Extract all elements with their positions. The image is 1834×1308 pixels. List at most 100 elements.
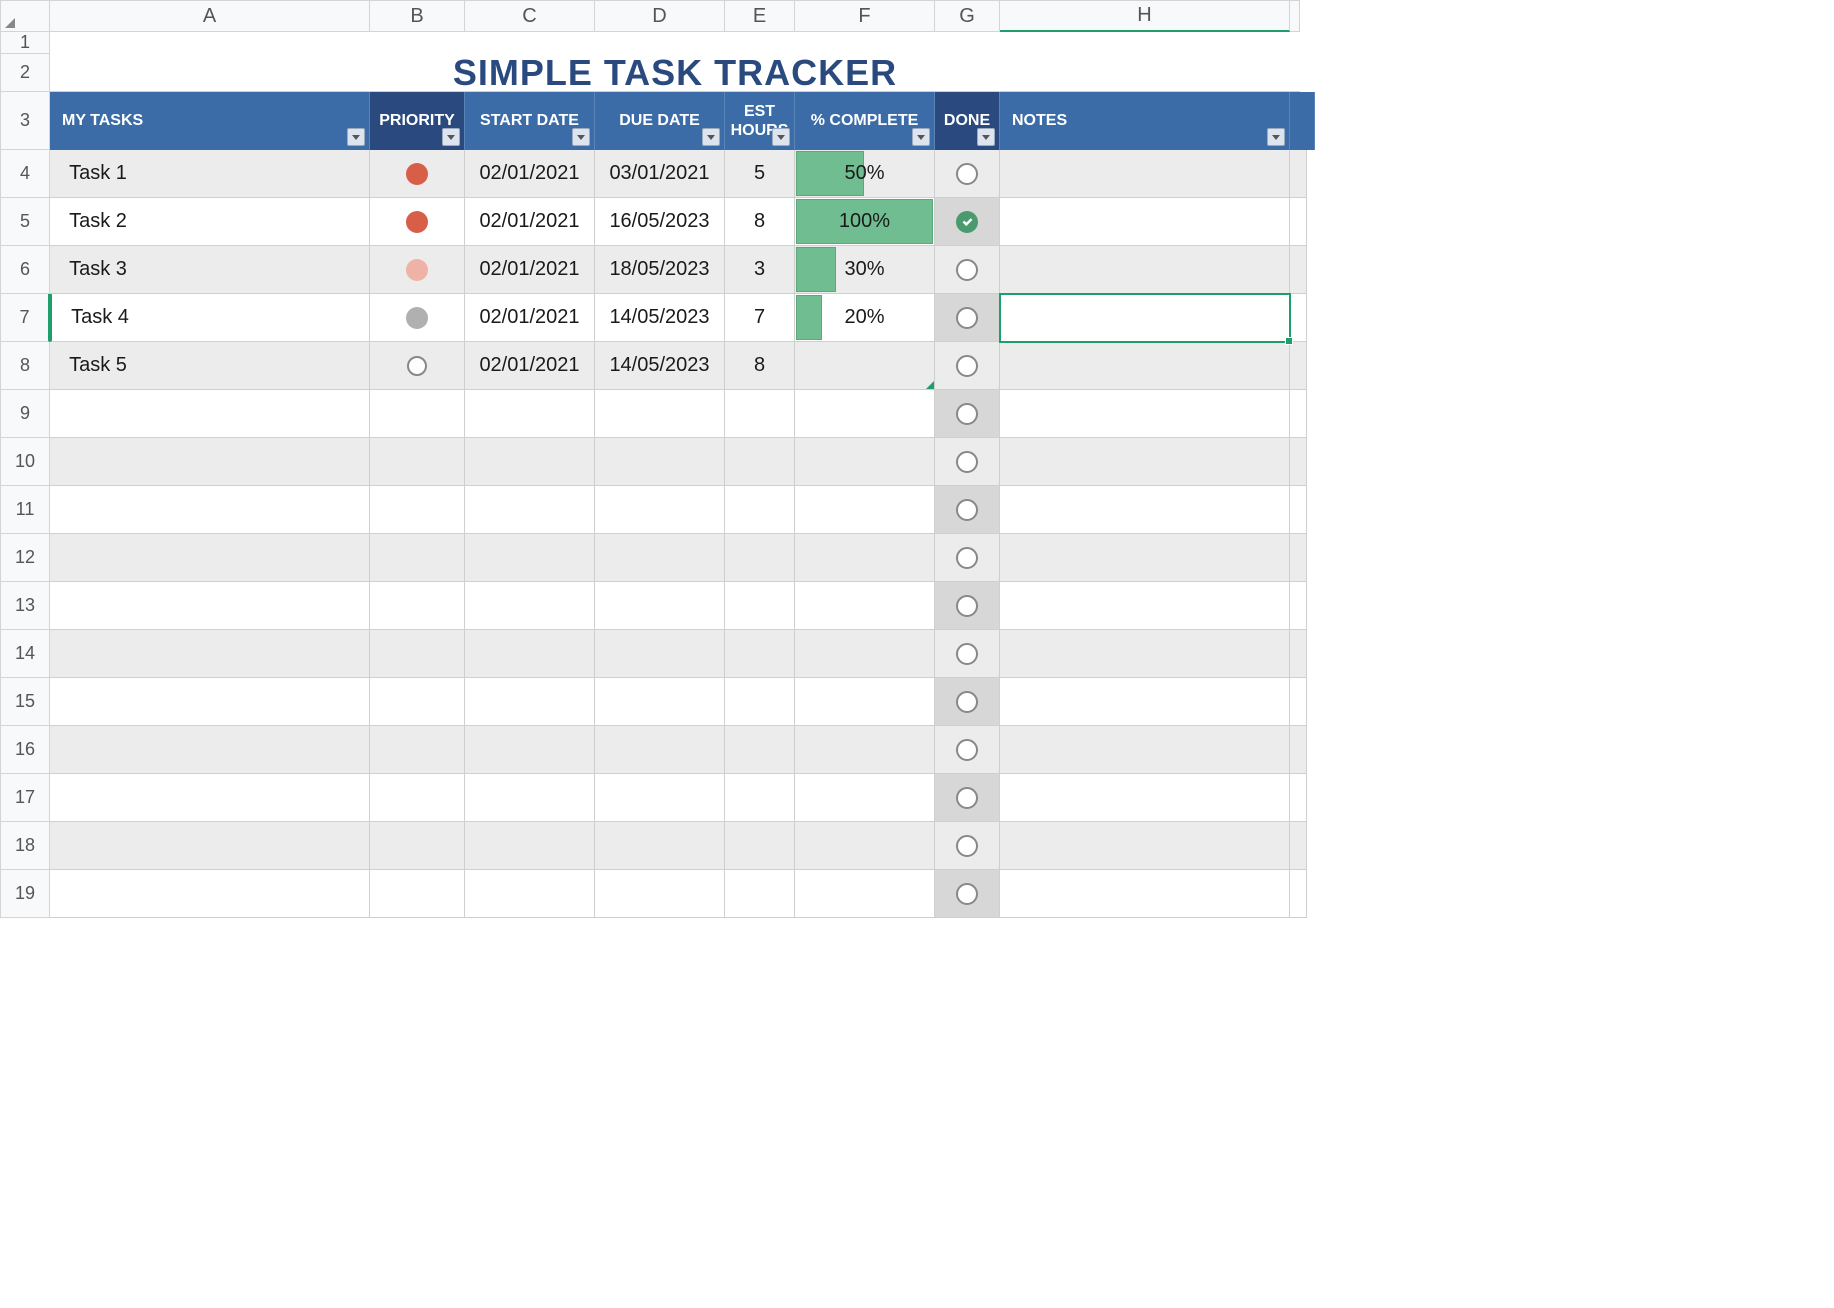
empty-cell[interactable] <box>465 774 595 822</box>
empty-cell[interactable] <box>1000 390 1290 438</box>
empty-cell[interactable] <box>50 438 370 486</box>
start-date-cell[interactable]: 02/01/2021 <box>465 342 595 390</box>
priority-cell[interactable] <box>370 246 465 294</box>
empty-cell[interactable] <box>1000 438 1290 486</box>
empty-cell[interactable] <box>50 678 370 726</box>
empty-cell[interactable] <box>795 582 935 630</box>
empty-cell[interactable] <box>370 678 465 726</box>
empty-cell[interactable] <box>725 486 795 534</box>
empty-cell[interactable] <box>725 630 795 678</box>
header-due[interactable]: DUE DATE <box>595 92 725 150</box>
empty-cell[interactable] <box>795 726 935 774</box>
empty-cell[interactable] <box>595 630 725 678</box>
col-header-B[interactable]: B <box>370 0 465 32</box>
empty-cell[interactable] <box>795 438 935 486</box>
notes-cell[interactable] <box>1000 294 1290 342</box>
done-cell[interactable] <box>935 534 1000 582</box>
empty-cell[interactable] <box>50 486 370 534</box>
empty-cell[interactable] <box>795 534 935 582</box>
empty-cell[interactable] <box>595 726 725 774</box>
row-header-15[interactable]: 15 <box>0 678 50 726</box>
empty-cell[interactable] <box>725 534 795 582</box>
due-date-cell[interactable]: 18/05/2023 <box>595 246 725 294</box>
filter-dropdown-icon[interactable] <box>1267 128 1285 146</box>
notes-cell[interactable] <box>1000 198 1290 246</box>
empty-cell[interactable] <box>1000 630 1290 678</box>
col-header-E[interactable]: E <box>725 0 795 32</box>
empty-cell[interactable] <box>465 630 595 678</box>
row-header-7[interactable]: 7 <box>0 294 50 342</box>
col-header-D[interactable]: D <box>595 0 725 32</box>
empty-cell[interactable] <box>50 870 370 918</box>
done-cell[interactable] <box>935 774 1000 822</box>
done-cell[interactable] <box>935 486 1000 534</box>
due-date-cell[interactable]: 14/05/2023 <box>595 342 725 390</box>
empty-cell[interactable] <box>370 390 465 438</box>
col-header-F[interactable]: F <box>795 0 935 32</box>
pct-complete-cell[interactable]: 20% <box>795 294 935 342</box>
due-date-cell[interactable]: 03/01/2021 <box>595 150 725 198</box>
empty-cell[interactable] <box>465 390 595 438</box>
start-date-cell[interactable]: 02/01/2021 <box>465 246 595 294</box>
empty-cell[interactable] <box>595 870 725 918</box>
empty-cell[interactable] <box>50 534 370 582</box>
empty-cell[interactable] <box>595 390 725 438</box>
col-header-G[interactable]: G <box>935 0 1000 32</box>
filter-dropdown-icon[interactable] <box>912 128 930 146</box>
row-header-6[interactable]: 6 <box>0 246 50 294</box>
empty-cell[interactable] <box>1000 534 1290 582</box>
empty-cell[interactable] <box>595 822 725 870</box>
est-hours-cell[interactable]: 8 <box>725 198 795 246</box>
start-date-cell[interactable]: 02/01/2021 <box>465 294 595 342</box>
empty-cell[interactable] <box>725 582 795 630</box>
header-pct[interactable]: % COMPLETE <box>795 92 935 150</box>
filter-dropdown-icon[interactable] <box>442 128 460 146</box>
filter-dropdown-icon[interactable] <box>977 128 995 146</box>
empty-cell[interactable] <box>725 774 795 822</box>
empty-cell[interactable] <box>370 774 465 822</box>
row-header-8[interactable]: 8 <box>0 342 50 390</box>
done-cell[interactable] <box>935 294 1000 342</box>
empty-cell[interactable] <box>795 630 935 678</box>
priority-cell[interactable] <box>370 294 465 342</box>
empty-cell[interactable] <box>465 870 595 918</box>
empty-cell[interactable] <box>1000 822 1290 870</box>
empty-cell[interactable] <box>1000 726 1290 774</box>
header-notes[interactable]: NOTES <box>1000 92 1290 150</box>
done-cell[interactable] <box>935 390 1000 438</box>
empty-cell[interactable] <box>795 822 935 870</box>
row-header-9[interactable]: 9 <box>0 390 50 438</box>
done-cell[interactable] <box>935 150 1000 198</box>
empty-cell[interactable] <box>465 582 595 630</box>
due-date-cell[interactable]: 14/05/2023 <box>595 294 725 342</box>
pct-complete-cell[interactable] <box>795 342 935 390</box>
header-est[interactable]: EST HOURS <box>725 92 795 150</box>
empty-cell[interactable] <box>370 486 465 534</box>
row-header-5[interactable]: 5 <box>0 198 50 246</box>
header-tasks[interactable]: MY TASKS <box>50 92 370 150</box>
empty-cell[interactable] <box>595 438 725 486</box>
empty-cell[interactable] <box>1000 774 1290 822</box>
pct-complete-cell[interactable]: 50% <box>795 150 935 198</box>
empty-cell[interactable] <box>1000 486 1290 534</box>
notes-cell[interactable] <box>1000 150 1290 198</box>
task-cell[interactable]: Task 5 <box>50 342 370 390</box>
done-cell[interactable] <box>935 678 1000 726</box>
notes-cell[interactable] <box>1000 246 1290 294</box>
est-hours-cell[interactable]: 7 <box>725 294 795 342</box>
empty-cell[interactable] <box>725 726 795 774</box>
est-hours-cell[interactable]: 3 <box>725 246 795 294</box>
row-header-11[interactable]: 11 <box>0 486 50 534</box>
notes-cell[interactable] <box>1000 342 1290 390</box>
done-cell[interactable] <box>935 726 1000 774</box>
empty-cell[interactable] <box>725 822 795 870</box>
done-cell[interactable] <box>935 582 1000 630</box>
empty-cell[interactable] <box>465 678 595 726</box>
start-date-cell[interactable]: 02/01/2021 <box>465 150 595 198</box>
row-header-2[interactable]: 2 <box>0 54 50 92</box>
empty-cell[interactable] <box>725 390 795 438</box>
task-cell[interactable]: Task 2 <box>50 198 370 246</box>
empty-cell[interactable] <box>370 822 465 870</box>
header-start[interactable]: START DATE <box>465 92 595 150</box>
done-cell[interactable] <box>935 198 1000 246</box>
